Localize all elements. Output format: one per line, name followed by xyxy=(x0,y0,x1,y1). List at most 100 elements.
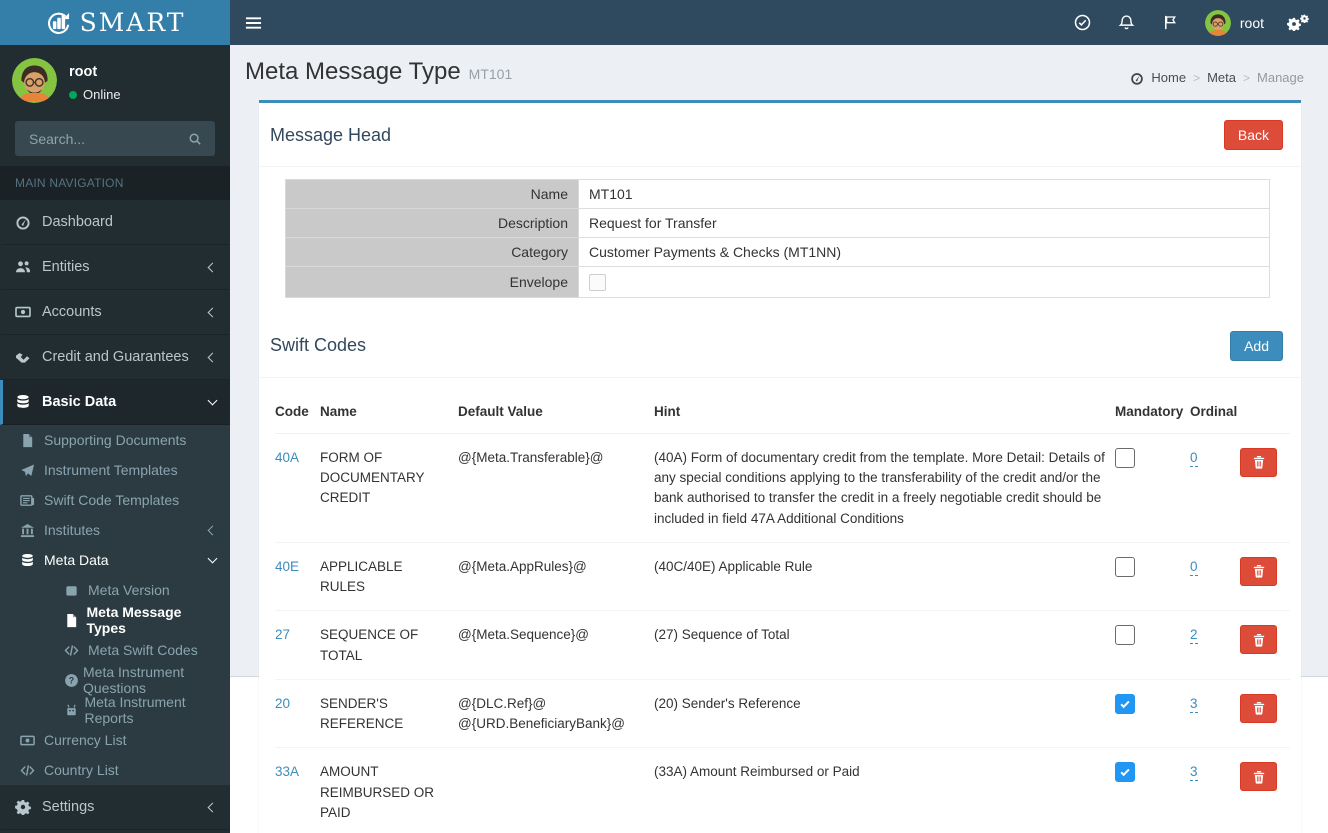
money-icon xyxy=(15,304,42,320)
page-subtitle: MT101 xyxy=(468,66,513,82)
column-header-ordinal: Ordinal xyxy=(1190,383,1240,434)
sidebar-item-supporting-documents[interactable]: Supporting Documents xyxy=(0,425,230,455)
code-link[interactable]: 20 xyxy=(275,696,290,711)
back-button[interactable]: Back xyxy=(1223,120,1283,150)
user-avatar xyxy=(12,58,57,103)
mandatory-checkbox[interactable] xyxy=(1115,625,1135,646)
envelope-checkbox[interactable] xyxy=(589,273,606,291)
chevron-down-icon xyxy=(207,553,218,564)
sidebar-toggle-button[interactable] xyxy=(230,0,276,45)
breadcrumb-item-home[interactable]: Home xyxy=(1151,70,1186,85)
sidebar-item-instrument-templates[interactable]: Instrument Templates xyxy=(0,455,230,485)
chevron-left-icon xyxy=(207,262,218,272)
control-sidebar-button[interactable] xyxy=(1276,0,1320,45)
sidebar-item-label: Meta Version xyxy=(88,582,170,598)
field-value: Customer Payments & Checks (MT1NN) xyxy=(578,237,1270,267)
sidebar-item-label: Instrument Templates xyxy=(44,462,178,478)
message-head-title: Message Head xyxy=(270,124,392,145)
sidebar-item-meta-instrument-reports[interactable]: Meta Instrument Reports xyxy=(0,694,230,726)
field-value: Request for Transfer xyxy=(578,208,1270,238)
sidebar-item-institutes[interactable]: Institutes xyxy=(0,515,230,545)
users-icon xyxy=(15,259,42,275)
sidebar-item-dashboard[interactable]: Dashboard xyxy=(0,200,230,245)
code-link[interactable]: 40E xyxy=(275,559,299,574)
code-link[interactable]: 40A xyxy=(275,450,299,465)
square-icon xyxy=(64,583,88,598)
code-link[interactable]: 33A xyxy=(275,764,299,779)
chevron-left-icon xyxy=(207,352,218,362)
sidebar: SMART root Online Search... MAIN NAVIGAT… xyxy=(0,0,230,833)
delete-button[interactable] xyxy=(1240,693,1277,723)
breadcrumb-item-meta[interactable]: Meta xyxy=(1207,70,1236,85)
code-cell: 40A xyxy=(275,433,320,543)
sidebar-item-meta-instrument-questions[interactable]: ? Meta Instrument Questions xyxy=(0,664,230,696)
page-title: Meta Message Type MT101 xyxy=(245,58,512,86)
sidebar-item-swift-code-templates[interactable]: Swift Code Templates xyxy=(0,485,230,515)
mandatory-checkbox[interactable] xyxy=(1115,447,1135,468)
search-button[interactable] xyxy=(180,124,210,154)
name-cell: AMOUNT REIMBURSED OR PAID xyxy=(320,747,458,833)
code-link[interactable]: 27 xyxy=(275,627,290,642)
hint-cell: (40A) Form of documentary credit from th… xyxy=(654,433,1115,543)
ordinal-link[interactable]: 3 xyxy=(1190,764,1198,782)
sidebar-item-meta-data[interactable]: Meta Data xyxy=(0,545,230,575)
bell-icon xyxy=(1118,14,1135,31)
sidebar-item-meta-swift-codes[interactable]: Meta Swift Codes xyxy=(0,635,230,665)
swift-row: 40A FORM OF DOCUMENTARY CREDIT @{Meta.Tran… xyxy=(275,433,1290,543)
column-header-code: Code xyxy=(275,383,320,434)
chevron-down-icon xyxy=(207,395,218,406)
robot-icon xyxy=(64,703,84,718)
sidebar-item-label: Institutes xyxy=(44,522,101,538)
mandatory-checkbox[interactable] xyxy=(1115,693,1135,714)
sidebar-item-currency-list[interactable]: Currency List xyxy=(0,725,230,755)
ordinal-link[interactable]: 0 xyxy=(1190,449,1198,467)
delete-button[interactable] xyxy=(1240,762,1277,792)
brand-logo[interactable]: SMART xyxy=(0,0,230,45)
sidebar-item-meta-message-types[interactable]: Meta Message Types xyxy=(0,604,230,636)
swift-row: 33A AMOUNT REIMBURSED OR PAID (33A) Amount… xyxy=(275,747,1290,833)
mandatory-cell xyxy=(1115,610,1190,680)
sidebar-item-label: Entities xyxy=(42,259,90,275)
sidebar-item-credit-and-guarantees[interactable]: Credit and Guarantees xyxy=(0,335,230,380)
navbar-right: root xyxy=(1061,0,1328,45)
field-row: Envelope xyxy=(285,266,1270,298)
newspaper-icon xyxy=(20,493,44,508)
sidebar-item-label: Swift Code Templates xyxy=(44,492,180,508)
delete-button[interactable] xyxy=(1240,556,1277,586)
delete-button[interactable] xyxy=(1240,625,1277,655)
sidebar-item-country-list[interactable]: Country List xyxy=(0,755,230,785)
column-header-mandatory: Mandatory xyxy=(1115,383,1190,434)
hint-cell: (40C/40E) Applicable Rule xyxy=(654,542,1115,612)
sidebar-item-meta-version[interactable]: Meta Version xyxy=(0,575,230,605)
user-menu[interactable]: root xyxy=(1193,0,1276,45)
home-dashboard-icon xyxy=(1130,71,1144,85)
ordinal-cell: 0 xyxy=(1190,433,1240,543)
column-header-name: Name xyxy=(320,383,458,434)
ordinal-link[interactable]: 0 xyxy=(1190,558,1198,576)
code-cell: 40E xyxy=(275,542,320,612)
flags-button[interactable] xyxy=(1149,0,1193,45)
mandatory-checkbox[interactable] xyxy=(1115,762,1135,783)
ordinal-link[interactable]: 2 xyxy=(1190,627,1198,645)
message-head-header: Message Head Back xyxy=(259,103,1301,166)
approvals-button[interactable] xyxy=(1061,0,1105,45)
navbar: root xyxy=(230,0,1328,45)
mandatory-cell xyxy=(1115,542,1190,612)
sidebar-item-accounts[interactable]: Accounts xyxy=(0,290,230,335)
mandatory-cell xyxy=(1115,747,1190,833)
swift-row: 20 SENDER'S REFERENCE @{DLC.Ref}@ @{URD.Be… xyxy=(275,679,1290,749)
field-row: Name MT101 xyxy=(285,179,1270,209)
name-cell: SENDER'S REFERENCE xyxy=(320,679,458,749)
ordinal-link[interactable]: 3 xyxy=(1190,695,1198,713)
mandatory-checkbox[interactable] xyxy=(1115,556,1135,577)
sidebar-item-settings[interactable]: Settings xyxy=(0,785,230,830)
search-input[interactable] xyxy=(27,129,180,148)
notifications-button[interactable] xyxy=(1105,0,1149,45)
chevron-left-icon xyxy=(207,525,218,535)
delete-button[interactable] xyxy=(1240,447,1277,477)
add-button[interactable]: Add xyxy=(1230,330,1283,361)
sidebar-item-basic-data[interactable]: Basic Data xyxy=(0,380,230,425)
actions-cell xyxy=(1240,433,1290,543)
sidebar-item-entities[interactable]: Entities xyxy=(0,245,230,290)
gears-icon xyxy=(1287,14,1309,32)
